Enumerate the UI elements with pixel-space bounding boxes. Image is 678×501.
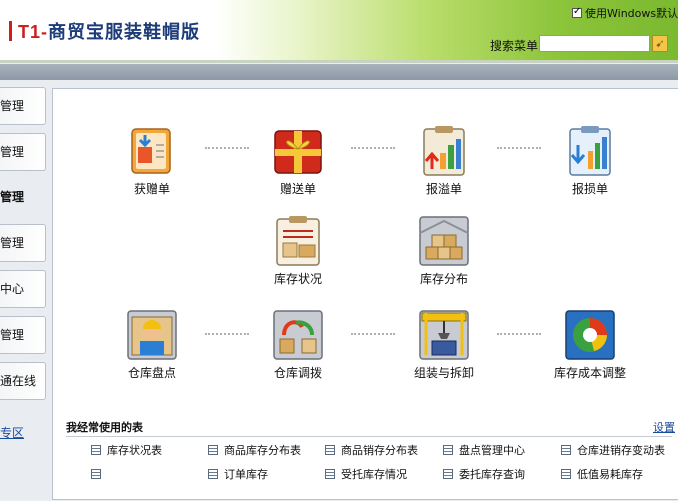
header-divider — [0, 60, 678, 63]
overflow-report-icon — [423, 126, 465, 176]
frequent-reports: 我经常使用的表 设置 库存状况表 商品库存分布表 商品销存分布表 盘点管理中心 … — [53, 413, 678, 501]
document-icon — [561, 445, 571, 455]
report-label: 低值易耗库存 — [577, 468, 643, 481]
report-label: 委托库存查询 — [459, 468, 525, 481]
gift-box-icon — [274, 130, 322, 174]
document-icon — [208, 469, 218, 479]
report-link[interactable]: 受托库存情况 — [325, 468, 407, 482]
sidebar: 管理 管理 管理 管理 中心 管理 通在线 专区 — [0, 84, 50, 500]
frequent-settings-link[interactable]: 设置 — [653, 419, 675, 435]
tile-label: 库存分布 — [419, 272, 468, 286]
tile-label: 赠送单 — [279, 182, 316, 196]
sidebar-zone-link[interactable]: 专区 — [0, 424, 24, 441]
tile-inventory-status[interactable]: 库存状况 — [253, 215, 343, 287]
sidebar-item-4[interactable]: 中心 — [0, 270, 46, 308]
tile-label: 组装与拆卸 — [413, 366, 474, 380]
logo-prefix: T1- — [18, 22, 48, 42]
app-header: T1-商贸宝服装鞋帽版 使用Windows默认风格 搜索菜单 ➹ — [0, 0, 678, 63]
report-link[interactable]: 商品销存分布表 — [325, 444, 418, 458]
report-label: 受托库存情况 — [341, 468, 407, 481]
sidebar-item-active[interactable]: 管理 — [0, 179, 46, 217]
tile-label: 仓库盘点 — [127, 366, 176, 380]
sidebar-item-1[interactable]: 管理 — [0, 87, 46, 125]
report-link[interactable]: 订单库存 — [208, 468, 268, 482]
document-icon — [208, 445, 218, 455]
connector-dots — [497, 333, 541, 335]
report-link[interactable]: 商品库存分布表 — [208, 444, 301, 458]
sidebar-item-3[interactable]: 管理 — [0, 224, 46, 262]
report-link[interactable] — [91, 468, 107, 482]
main-panel: 获赠单 赠送单 报溢单 报损单 库存状况 库存分布 仓库盘点 仓库调拨 组装与拆… — [52, 88, 678, 500]
sidebar-item-5[interactable]: 管理 — [0, 316, 46, 354]
report-label: 库存状况表 — [107, 444, 162, 457]
frequent-divider — [66, 436, 672, 437]
connector-dots — [205, 147, 249, 149]
connector-dots — [351, 147, 395, 149]
tile-loss-report[interactable]: 报损单 — [545, 125, 635, 197]
document-icon — [561, 469, 571, 479]
report-link[interactable]: 仓库进销存变动表 — [561, 444, 665, 458]
windows-style-toggle[interactable]: 使用Windows默认风格 — [572, 5, 678, 21]
tile-label: 获赠单 — [133, 182, 170, 196]
report-label: 商品销存分布表 — [341, 444, 418, 457]
inventory-distribution-icon — [419, 216, 469, 266]
tile-label: 库存状况 — [273, 272, 322, 286]
tile-warehouse-count[interactable]: 仓库盘点 — [107, 309, 197, 381]
document-icon — [91, 445, 101, 455]
connector-dots — [497, 147, 541, 149]
tile-overflow-report[interactable]: 报溢单 — [399, 125, 489, 197]
tile-warehouse-transfer[interactable]: 仓库调拨 — [253, 309, 343, 381]
menu-bar — [0, 64, 678, 80]
tile-label: 库存成本调整 — [553, 366, 626, 380]
report-link[interactable]: 委托库存查询 — [443, 468, 525, 482]
tile-gift-sent[interactable]: 赠送单 — [253, 125, 343, 197]
tile-label: 报损单 — [571, 182, 608, 196]
warehouse-transfer-icon — [273, 310, 323, 360]
document-icon — [325, 445, 335, 455]
search-go-icon[interactable]: ➹ — [652, 35, 668, 52]
search-menu-label: 搜索菜单 — [490, 39, 539, 53]
windows-style-label: 使用Windows默认风格 — [585, 7, 678, 20]
sidebar-item-6[interactable]: 通在线 — [0, 362, 46, 400]
sidebar-item-2[interactable]: 管理 — [0, 133, 46, 171]
report-link[interactable]: 低值易耗库存 — [561, 468, 643, 482]
warehouse-count-icon — [127, 310, 177, 360]
report-link[interactable]: 库存状况表 — [91, 444, 162, 458]
logo-accent-bar — [9, 21, 12, 41]
report-label: 盘点管理中心 — [459, 444, 525, 457]
document-icon — [325, 469, 335, 479]
connector-dots — [351, 333, 395, 335]
cost-adjust-icon — [565, 310, 615, 360]
document-icon — [443, 445, 453, 455]
document-icon — [91, 469, 101, 479]
document-icon — [443, 469, 453, 479]
report-label: 仓库进销存变动表 — [577, 444, 665, 457]
connector-dots — [205, 333, 249, 335]
tile-gift-received[interactable]: 获赠单 — [107, 125, 197, 197]
search-menu-input[interactable] — [539, 35, 650, 52]
report-label: 商品库存分布表 — [224, 444, 301, 457]
frequent-title: 我经常使用的表 — [66, 421, 143, 434]
gift-received-icon — [131, 128, 171, 174]
app-logo: T1-商贸宝服装鞋帽版 — [18, 18, 200, 44]
tile-label: 报溢单 — [425, 182, 462, 196]
assembly-crane-icon — [419, 310, 469, 360]
report-link[interactable]: 盘点管理中心 — [443, 444, 525, 458]
loss-report-icon — [569, 126, 611, 176]
tile-assembly[interactable]: 组装与拆卸 — [399, 309, 489, 381]
windows-style-checkbox[interactable] — [572, 6, 582, 18]
tile-cost-adjust[interactable]: 库存成本调整 — [545, 309, 635, 381]
inventory-status-icon — [276, 216, 320, 266]
report-label: 订单库存 — [224, 468, 268, 481]
logo-text: 商贸宝服装鞋帽版 — [48, 22, 200, 42]
tile-label: 仓库调拨 — [273, 366, 322, 380]
tile-inventory-distribution[interactable]: 库存分布 — [399, 215, 489, 287]
